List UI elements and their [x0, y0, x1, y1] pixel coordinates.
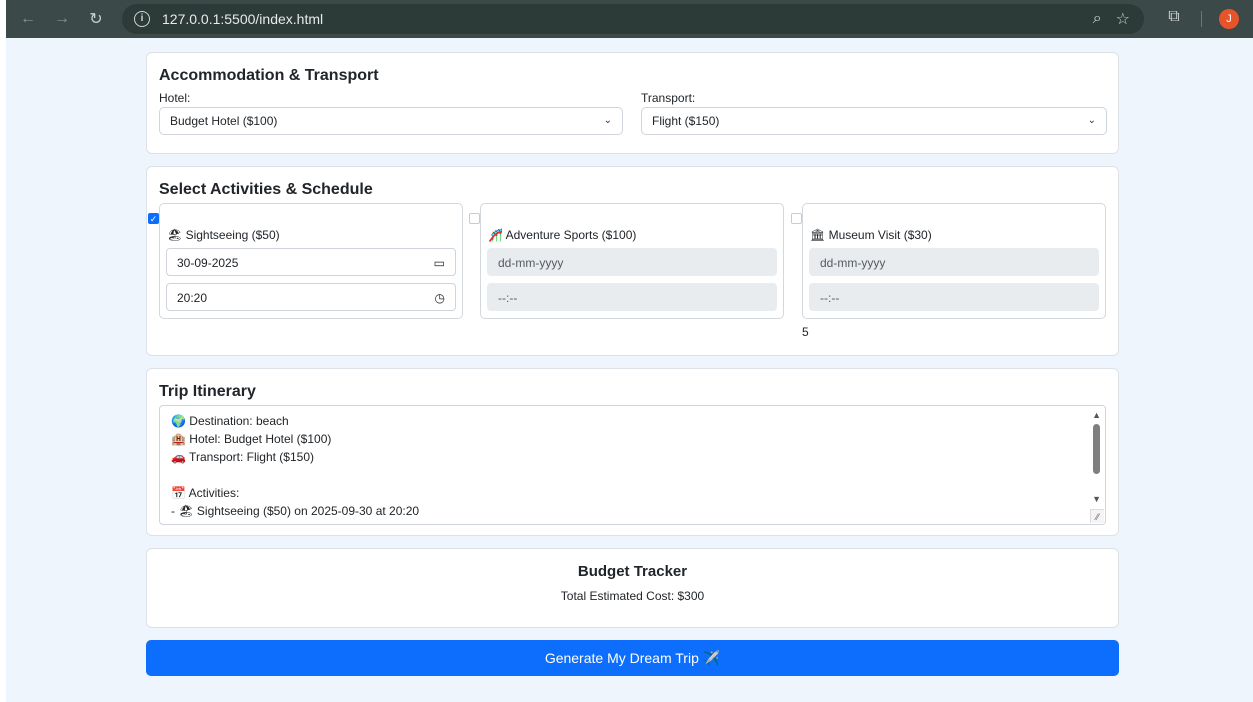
bookmark-star-icon[interactable]: ☆ — [1116, 9, 1130, 29]
page-content: Accommodation & Transport Hotel: Budget … — [6, 38, 1253, 702]
activity-checkbox-sightseeing[interactable]: ✓ — [148, 213, 159, 224]
back-arrow-icon[interactable]: ← — [16, 7, 40, 31]
hotel-select[interactable]: Budget Hotel ($100) ⌄ — [159, 107, 623, 135]
info-icon[interactable]: i — [134, 11, 150, 27]
url-text[interactable]: 127.0.0.1:5500/index.html — [162, 11, 323, 27]
date-input[interactable]: dd-mm-yyyy — [487, 248, 777, 276]
accommodation-card: Accommodation & Transport Hotel: Budget … — [146, 52, 1119, 154]
rollercoaster-icon: 🎢 — [488, 228, 503, 242]
itinerary-line: 🚗 Transport: Flight ($150) — [171, 450, 314, 464]
chevron-down-icon: ⌄ — [1087, 115, 1096, 126]
activity-label: 🏛 Museum Visit ($30) — [810, 228, 932, 242]
forward-arrow-icon[interactable]: → — [50, 7, 74, 31]
zoom-icon[interactable]: ⌕ — [1093, 10, 1102, 28]
hotel-label: Hotel: — [159, 91, 191, 105]
itinerary-line: 🌍 Destination: beach — [171, 414, 289, 428]
browser-toolbar: ← → ↻ i 127.0.0.1:5500/index.html ⌕ ☆ ⧉ … — [6, 0, 1253, 38]
hotel-select-value: Budget Hotel ($100) — [170, 114, 278, 128]
activities-card: Select Activities & Schedule ✓ 🏖 Sightse… — [146, 166, 1119, 356]
itinerary-line: 📅 Activities: — [171, 486, 240, 500]
time-input[interactable]: --:-- — [809, 283, 1099, 311]
itinerary-textarea[interactable]: 🌍 Destination: beach 🏨 Hotel: Budget Hot… — [159, 405, 1106, 525]
activity-checkbox-museum[interactable] — [791, 213, 802, 224]
itinerary-title: Trip Itinerary — [159, 383, 256, 400]
activity-count: 5 — [802, 325, 809, 339]
activity-label: 🎢 Adventure Sports ($100) — [488, 228, 637, 242]
transport-select[interactable]: Flight ($150) ⌄ — [641, 107, 1107, 135]
profile-avatar[interactable]: J — [1219, 9, 1239, 29]
scrollbar-thumb[interactable] — [1093, 424, 1100, 474]
beach-icon: 🏖 — [167, 228, 183, 242]
budget-card: Budget Tracker Total Estimated Cost: $30… — [146, 548, 1119, 628]
museum-icon: 🏛 — [810, 228, 826, 242]
time-input[interactable]: --:-- — [487, 283, 777, 311]
date-input[interactable]: 30-09-2025 ▭ — [166, 248, 456, 276]
address-bar[interactable]: i 127.0.0.1:5500/index.html ⌕ ☆ — [122, 4, 1144, 34]
itinerary-line: 🏨 Hotel: Budget Hotel ($100) — [171, 432, 332, 446]
accommodation-title: Accommodation & Transport — [159, 67, 379, 84]
scroll-down-arrow-icon[interactable]: ▼ — [1092, 494, 1101, 504]
budget-total: Total Estimated Cost: $300 — [560, 589, 705, 603]
clock-icon[interactable]: ◷ — [435, 284, 445, 312]
transport-select-value: Flight ($150) — [652, 114, 720, 128]
extensions-puzzle-icon[interactable]: ⧉ — [1163, 8, 1185, 30]
resize-handle-icon[interactable]: ⁄⁄ — [1090, 509, 1104, 523]
activity-adventure-sports: 🎢 Adventure Sports ($100) dd-mm-yyyy --:… — [480, 203, 784, 319]
calendar-icon[interactable]: ▭ — [434, 249, 445, 277]
activity-label: 🏖 Sightseeing ($50) — [167, 228, 280, 242]
itinerary-scrollbar[interactable]: ▲ ▼ — [1089, 406, 1105, 524]
activity-checkbox-adventure[interactable] — [469, 213, 480, 224]
itinerary-line: - 🏖 Sightseeing ($50) on 2025-09-30 at 2… — [171, 504, 420, 518]
toolbar-divider — [1201, 11, 1202, 27]
activity-museum-visit: 🏛 Museum Visit ($30) dd-mm-yyyy --:-- — [802, 203, 1106, 319]
transport-label: Transport: — [641, 91, 696, 105]
activities-title: Select Activities & Schedule — [159, 181, 373, 198]
time-input[interactable]: 20:20 ◷ — [166, 283, 456, 311]
chevron-down-icon: ⌄ — [603, 115, 612, 126]
date-input[interactable]: dd-mm-yyyy — [809, 248, 1099, 276]
budget-title: Budget Tracker — [577, 563, 688, 580]
activity-sightseeing: 🏖 Sightseeing ($50) 30-09-2025 ▭ 20:20 ◷ — [159, 203, 463, 319]
reload-icon[interactable]: ↻ — [84, 7, 108, 31]
itinerary-card: Trip Itinerary 🌍 Destination: beach 🏨 Ho… — [146, 368, 1119, 536]
scroll-up-arrow-icon[interactable]: ▲ — [1092, 410, 1101, 420]
generate-trip-button[interactable]: Generate My Dream Trip ✈️ — [146, 640, 1119, 676]
